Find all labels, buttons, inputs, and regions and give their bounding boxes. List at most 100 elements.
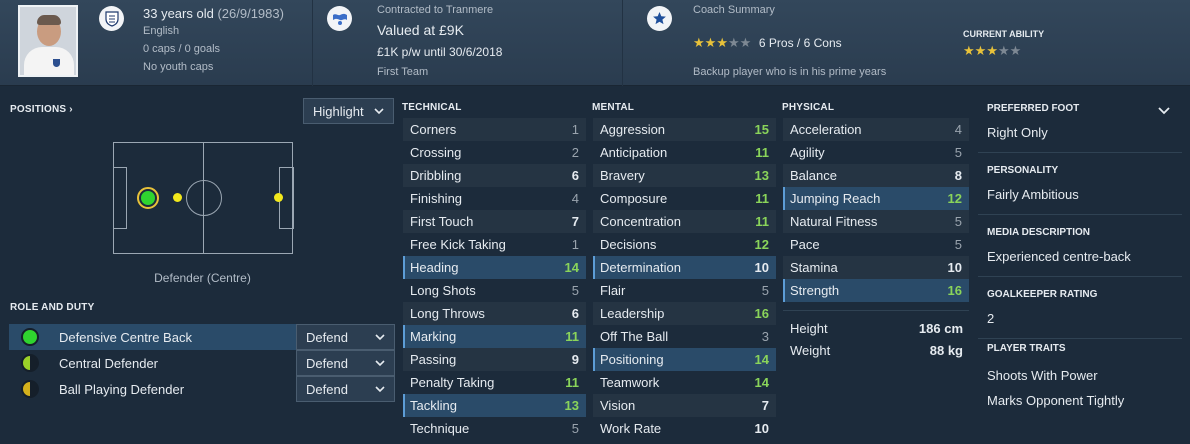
mental-attributes: Aggression 15 Anticipation 11 Bravery 13 Compo… (593, 118, 776, 440)
attribute-name: Flair (600, 283, 626, 298)
attribute-row[interactable]: Strength 16 (783, 279, 969, 302)
attribute-row[interactable]: Determination 10 (593, 256, 776, 279)
attribute-row[interactable]: Corners 1 (403, 118, 586, 141)
duty-dropdown[interactable]: Defend (296, 376, 395, 402)
attribute-row[interactable]: Leadership 16 (593, 302, 776, 325)
role-name: Defensive Centre Back (59, 329, 192, 345)
attribute-name: Anticipation (600, 145, 668, 160)
attribute-value: 5 (954, 237, 962, 252)
attribute-value: 3 (761, 329, 769, 344)
tranmere-crest-icon[interactable] (327, 6, 352, 31)
attribute-row[interactable]: Agility 5 (783, 141, 969, 164)
attribute-name: Tackling (410, 398, 457, 413)
attribute-row[interactable]: Penalty Taking 11 (403, 371, 586, 394)
highlight-dropdown[interactable]: Highlight (303, 98, 394, 124)
technical-header: TECHNICAL (402, 102, 462, 113)
highlight-label: Highlight (313, 103, 364, 119)
attribute-row[interactable]: Tackling 13 (403, 394, 586, 417)
natural-position-marker[interactable] (137, 187, 159, 209)
attribute-value: 12 (754, 237, 769, 252)
attribute-row[interactable]: Dribbling 6 (403, 164, 586, 187)
attribute-name: Dribbling (410, 168, 462, 183)
coach-rating: ★★★★★ 6 Pros / 6 Cons (693, 35, 842, 51)
attribute-row[interactable]: Marking 11 (403, 325, 586, 348)
attribute-value: 14 (564, 260, 579, 275)
attribute-value: 2 (571, 145, 579, 160)
attribute-value: 5 (954, 214, 962, 229)
attribute-row[interactable]: Pace 5 (783, 233, 969, 256)
attribute-value: 15 (754, 122, 769, 137)
attribute-row[interactable]: Decisions 12 (593, 233, 776, 256)
attribute-name: Teamwork (600, 375, 660, 390)
attribute-value: 11 (755, 214, 769, 229)
attribute-row[interactable]: Acceleration 4 (783, 118, 969, 141)
weight-value: 88 kg (929, 343, 963, 358)
attribute-row[interactable]: Stamina 10 (783, 256, 969, 279)
attribute-row[interactable]: First Touch 7 (403, 210, 586, 233)
attribute-row[interactable]: Finishing 4 (403, 187, 586, 210)
attribute-row[interactable]: Aggression 15 (593, 118, 776, 141)
attribute-value: 13 (754, 168, 769, 183)
duty-dropdown[interactable]: Defend (296, 350, 395, 376)
attribute-row[interactable]: Flair 5 (593, 279, 776, 302)
attribute-name: Vision (600, 398, 636, 413)
pros-cons[interactable]: 6 Pros / 6 Cons (759, 36, 842, 50)
duty-label: Defend (306, 355, 348, 371)
attribute-name: Long Shots (410, 283, 476, 298)
role-suitability-icon (21, 354, 39, 372)
attribute-row[interactable]: Free Kick Taking 1 (403, 233, 586, 256)
player-caps: 0 caps / 0 goals (143, 43, 221, 55)
player-avatar (18, 5, 78, 77)
current-ability-stars-icon: ★★★★★ (963, 43, 1022, 58)
role-duty-header: ROLE AND DUTY (10, 302, 95, 313)
attribute-name: Decisions (600, 237, 657, 252)
attribute-row[interactable]: Crossing 2 (403, 141, 586, 164)
attribute-value: 16 (754, 306, 769, 321)
attribute-value: 11 (565, 329, 579, 344)
attribute-name: Pace (790, 237, 820, 252)
attribute-row[interactable]: Balance 8 (783, 164, 969, 187)
mental-header: MENTAL (592, 102, 635, 113)
duty-dropdown[interactable]: Defend (296, 324, 395, 350)
role-suitability-icon (21, 328, 39, 346)
attribute-row[interactable]: Natural Fitness 5 (783, 210, 969, 233)
attribute-row[interactable]: Vision 7 (593, 394, 776, 417)
attribute-value: 13 (564, 398, 579, 413)
attribute-value: 14 (754, 352, 769, 367)
attribute-name: Crossing (410, 145, 462, 160)
attribute-name: Acceleration (790, 122, 862, 137)
attribute-row[interactable]: Passing 9 (403, 348, 586, 371)
attribute-name: Free Kick Taking (410, 237, 506, 252)
attribute-value: 11 (755, 145, 769, 160)
attribute-row[interactable]: Teamwork 14 (593, 371, 776, 394)
attribute-row[interactable]: Positioning 14 (593, 348, 776, 371)
attribute-value: 11 (755, 191, 769, 206)
attribute-row[interactable]: Long Shots 5 (403, 279, 586, 302)
squad-status: First Team (377, 66, 429, 78)
attribute-row[interactable]: Composure 11 (593, 187, 776, 210)
attribute-value: 7 (761, 398, 769, 413)
position-marker[interactable] (173, 193, 182, 202)
attribute-row[interactable]: Bravery 13 (593, 164, 776, 187)
attribute-row[interactable]: Off The Ball 3 (593, 325, 776, 348)
position-marker[interactable] (274, 193, 283, 202)
contract-club-line[interactable]: Contracted to Tranmere (377, 4, 493, 16)
chevron-down-icon[interactable] (1158, 107, 1170, 115)
attribute-row[interactable]: Technique 5 (403, 417, 586, 440)
attribute-row[interactable]: Concentration 11 (593, 210, 776, 233)
attribute-row[interactable]: Long Throws 6 (403, 302, 586, 325)
attribute-name: Determination (600, 260, 681, 275)
technical-attributes: Corners 1 Crossing 2 Dribbling 6 Finishing 4 Fir… (403, 118, 586, 440)
attribute-name: Stamina (790, 260, 838, 275)
attribute-value: 6 (571, 306, 579, 321)
attribute-row[interactable]: Heading 14 (403, 256, 586, 279)
positions-header[interactable]: POSITIONS › (10, 104, 73, 115)
attribute-row[interactable]: Anticipation 11 (593, 141, 776, 164)
star-badge-icon (647, 6, 672, 31)
attribute-row[interactable]: Work Rate 10 (593, 417, 776, 440)
attribute-value: 7 (571, 214, 579, 229)
position-label: Defender (Centre) (154, 271, 251, 285)
attribute-value: 4 (954, 122, 962, 137)
player-value: Valued at £9K (377, 22, 464, 38)
attribute-row[interactable]: Jumping Reach 12 (783, 187, 969, 210)
